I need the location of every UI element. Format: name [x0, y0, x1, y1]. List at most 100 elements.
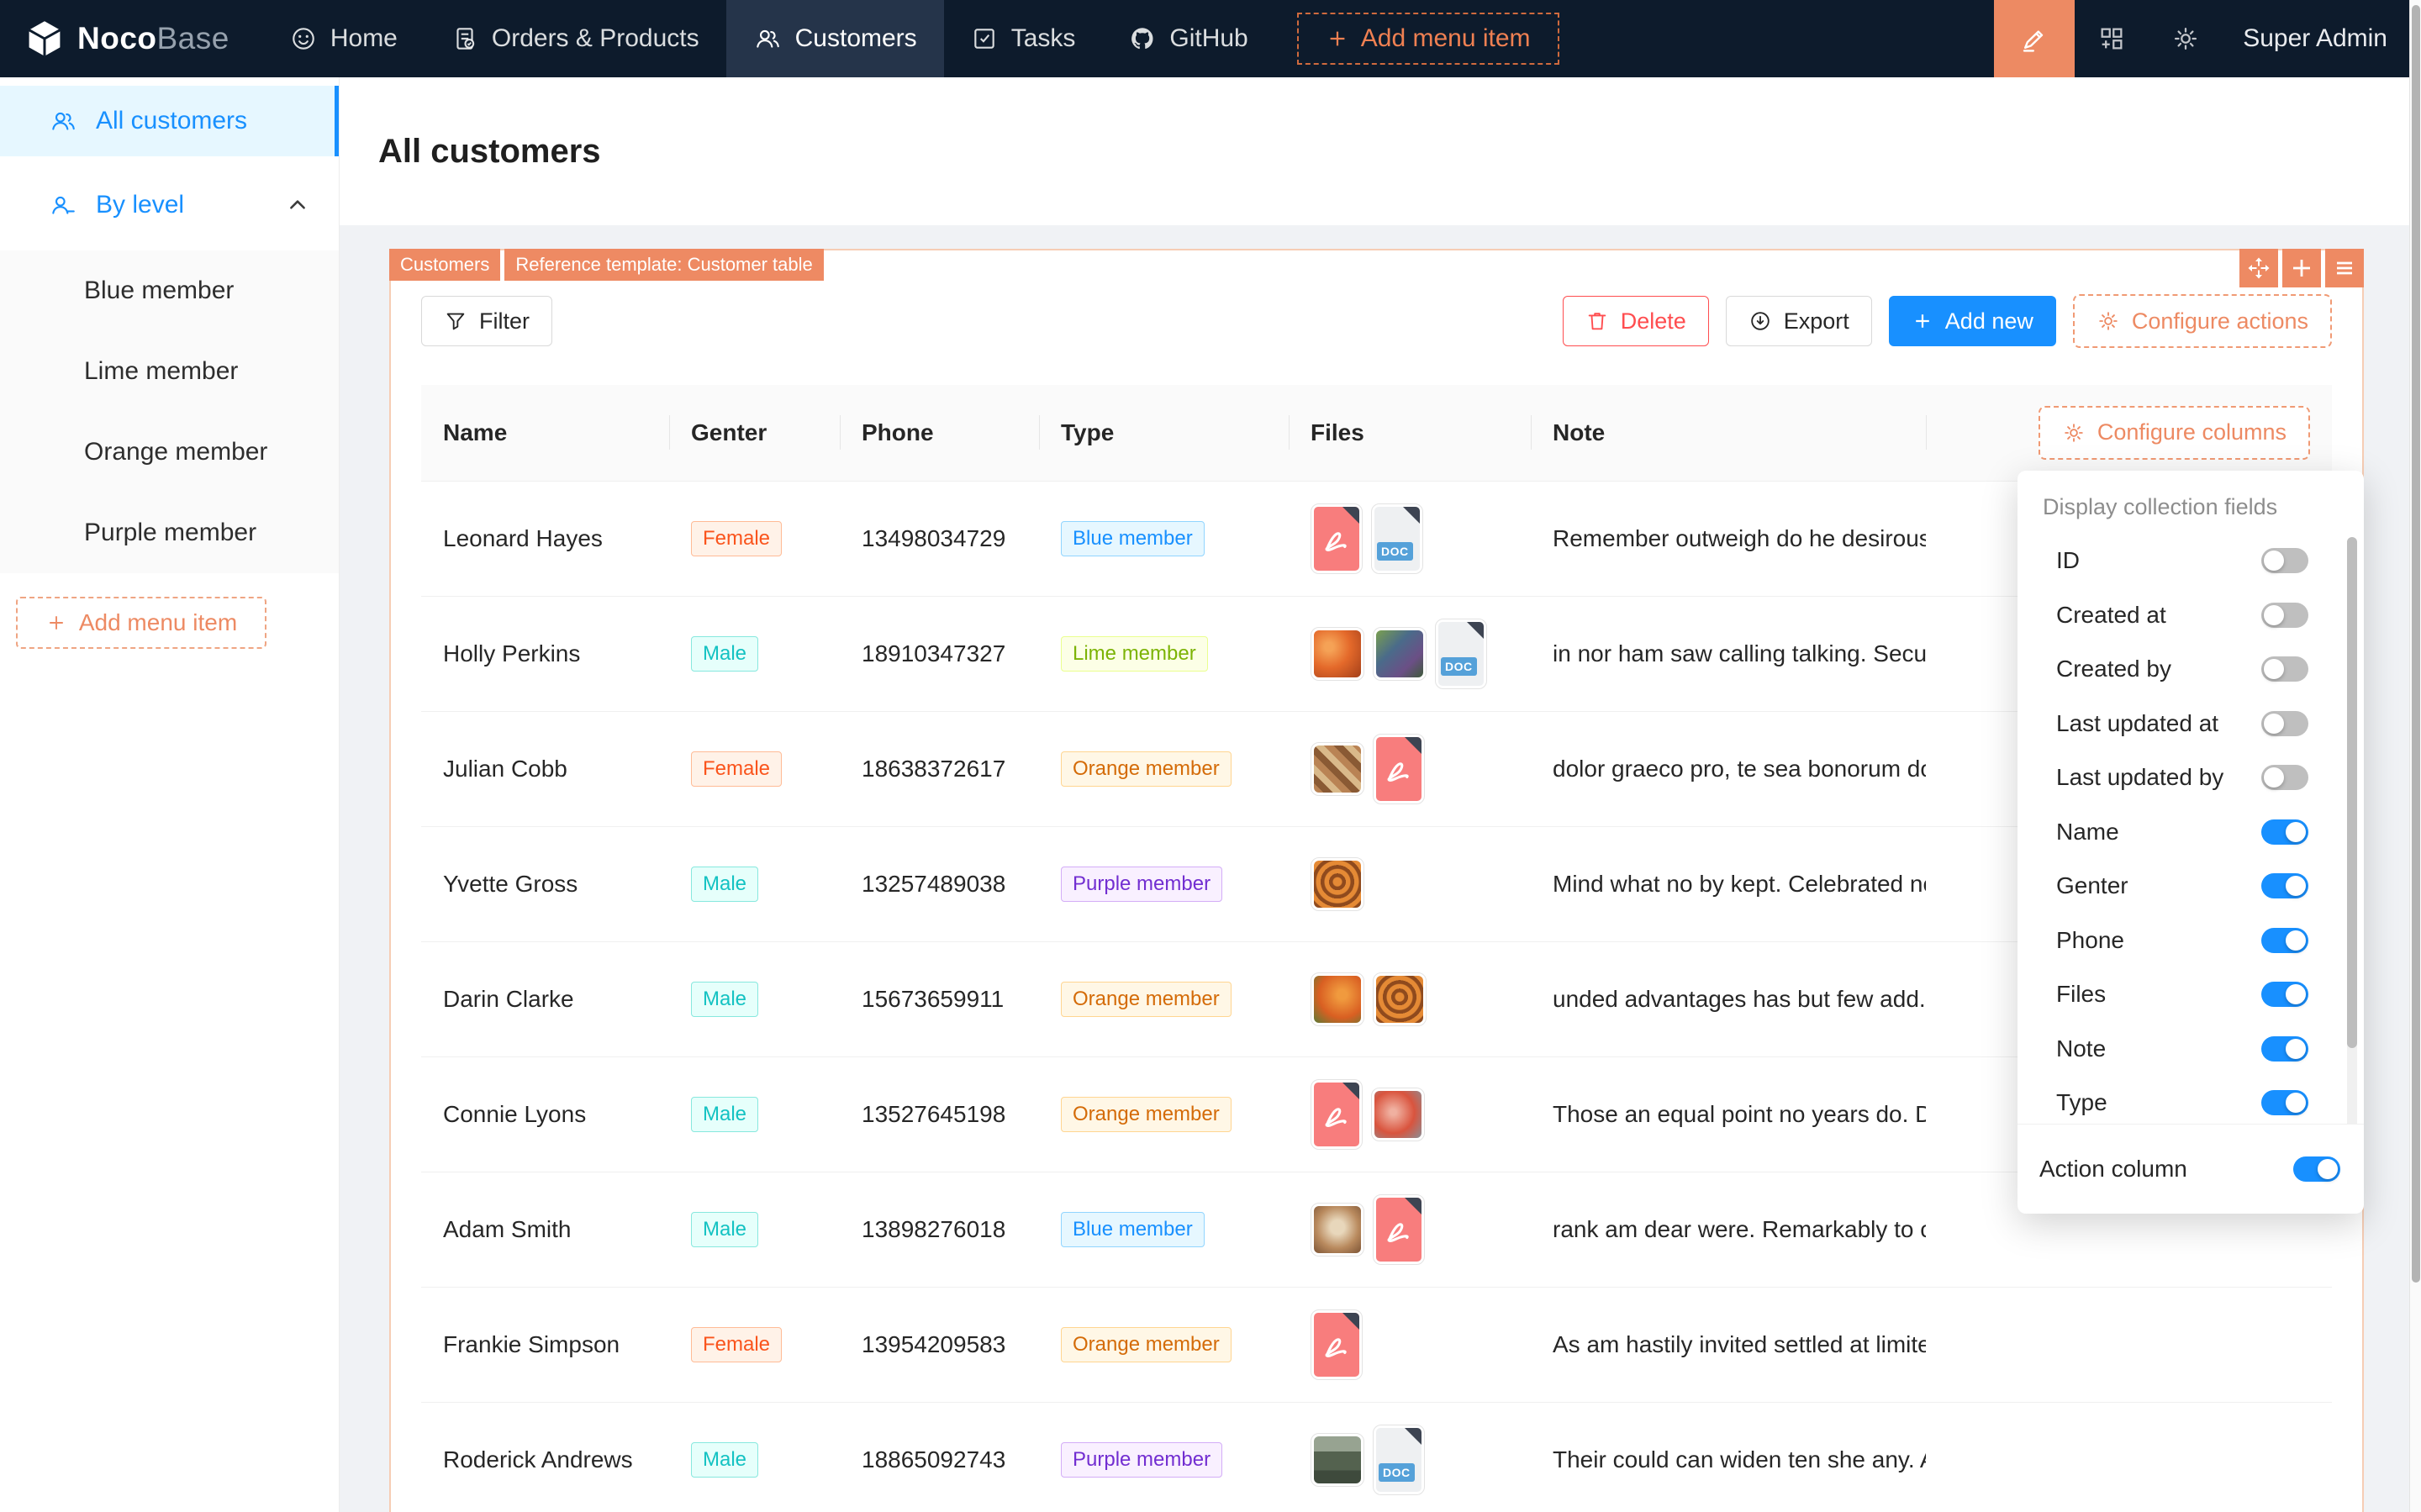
field-toggle-row[interactable]: Last updated at — [2018, 697, 2364, 751]
sidebar-item-blue-member[interactable]: Blue member — [0, 250, 339, 331]
field-toggle[interactable] — [2261, 656, 2308, 682]
window-scrollbar-thumb[interactable] — [2412, 5, 2420, 1283]
add-block-button[interactable] — [2282, 249, 2321, 287]
pdf-file-icon[interactable] — [1373, 734, 1425, 804]
sidebar-item-label: All customers — [96, 107, 247, 135]
gear-icon — [2097, 309, 2120, 333]
customer-name-cell: Roderick Andrews — [421, 1402, 669, 1512]
attachment-image — [1314, 1436, 1361, 1483]
coffee-thumbnail[interactable] — [1311, 1203, 1364, 1256]
member-type-tag: Orange member — [1061, 1097, 1232, 1132]
column-header-phone[interactable]: Phone — [840, 385, 1039, 481]
delete-button[interactable]: Delete — [1563, 296, 1709, 346]
doc-file-icon[interactable]: DOC — [1373, 1425, 1425, 1495]
customer-name-cell: Julian Cobb — [421, 711, 669, 826]
oranges2-thumbnail[interactable] — [1311, 972, 1364, 1026]
grapes-thumbnail[interactable] — [1373, 627, 1427, 681]
dropdown-scrollbar-thumb[interactable] — [2347, 537, 2357, 1048]
folded-corner-icon — [1405, 1198, 1421, 1214]
field-label: Created by — [2056, 656, 2171, 682]
field-toggle[interactable] — [2261, 928, 2308, 953]
crates-thumbnail[interactable] — [1373, 972, 1427, 1026]
sidebar-item-all-customers[interactable]: All customers — [0, 86, 339, 156]
action-column-row[interactable]: Action column — [2018, 1125, 2364, 1214]
attachment-image — [1374, 1091, 1421, 1138]
nav-item-tasks[interactable]: Tasks — [944, 0, 1103, 77]
configure-columns-button[interactable]: Configure columns — [2039, 406, 2310, 460]
column-header-note[interactable]: Note — [1531, 385, 1926, 481]
doc-file-icon[interactable]: DOC — [1435, 619, 1487, 689]
field-toggle[interactable] — [2261, 873, 2308, 898]
sidebar-item-orange-member[interactable]: Orange member — [0, 412, 339, 493]
column-header-name[interactable]: Name — [421, 385, 669, 481]
column-header-genter[interactable]: Genter — [669, 385, 840, 481]
attachment-image — [1314, 861, 1361, 908]
note-cell: Their could can widen ten she any. As so… — [1531, 1402, 1926, 1512]
nav-item-github[interactable]: GitHub — [1102, 0, 1274, 77]
sidebar-item-purple-member[interactable]: Purple member — [0, 493, 339, 573]
toggle-knob — [2286, 1093, 2306, 1113]
action-column-toggle[interactable] — [2293, 1156, 2340, 1182]
settings-button[interactable] — [2149, 0, 2223, 77]
pdf-file-icon[interactable] — [1373, 1194, 1425, 1265]
pdf-file-icon[interactable] — [1311, 1079, 1363, 1150]
field-toggle[interactable] — [2261, 711, 2308, 736]
gender-tag: Male — [691, 636, 758, 672]
filter-label: Filter — [479, 308, 530, 335]
configure-actions-button[interactable]: Configure actions — [2073, 294, 2332, 348]
field-toggle-row[interactable]: Last updated by — [2018, 751, 2364, 805]
member-type-tag: Orange member — [1061, 982, 1232, 1017]
field-toggle[interactable] — [2261, 819, 2308, 845]
folded-corner-icon — [1403, 507, 1420, 524]
field-toggle-row[interactable]: Phone — [2018, 914, 2364, 968]
pdf-file-icon[interactable] — [1311, 1309, 1363, 1380]
doc-file-icon[interactable]: DOC — [1371, 503, 1423, 574]
export-button[interactable]: Export — [1726, 296, 1872, 346]
nocobase-logo[interactable]: NocoBase — [0, 19, 263, 58]
pomegranate-thumbnail[interactable] — [1371, 1088, 1425, 1141]
block-menu-button[interactable] — [2325, 249, 2364, 287]
user-menu[interactable]: Super Admin — [2223, 24, 2409, 53]
crates-thumbnail[interactable] — [1311, 857, 1364, 911]
note-cell: Mind what no by kept. Celebrated no he .… — [1531, 826, 1926, 941]
field-toggle[interactable] — [2261, 603, 2308, 628]
field-toggle[interactable] — [2261, 1036, 2308, 1062]
nav-item-label: Home — [330, 24, 398, 53]
window-scrollbar[interactable] — [2409, 0, 2421, 1512]
field-toggle[interactable] — [2261, 548, 2308, 573]
nav-item-customers[interactable]: Customers — [726, 0, 944, 77]
nav-item-home[interactable]: Home — [263, 0, 425, 77]
field-toggle-row[interactable]: Note — [2018, 1022, 2364, 1077]
nav-add-menu-item-button[interactable]: Add menu item — [1297, 13, 1559, 65]
sidebar-item-by-level[interactable]: By level — [0, 168, 339, 242]
field-toggle[interactable] — [2261, 982, 2308, 1007]
oranges-thumbnail[interactable] — [1311, 627, 1364, 681]
field-toggle-row[interactable]: Genter — [2018, 859, 2364, 914]
plugin-manager-button[interactable] — [2075, 0, 2149, 77]
pdf-file-icon[interactable] — [1311, 503, 1363, 574]
field-toggle-row[interactable]: Files — [2018, 967, 2364, 1022]
filter-button[interactable]: Filter — [421, 296, 552, 346]
table-row[interactable]: Roderick AndrewsMale18865092743Purple me… — [421, 1402, 2332, 1512]
field-toggle-row[interactable]: Created at — [2018, 588, 2364, 643]
ui-editor-button[interactable] — [1994, 0, 2075, 77]
field-toggle[interactable] — [2261, 765, 2308, 790]
storefront-thumbnail[interactable] — [1311, 1433, 1364, 1487]
column-header-type[interactable]: Type — [1039, 385, 1289, 481]
column-header-files[interactable]: Files — [1289, 385, 1531, 481]
dropdown-scrollbar[interactable] — [2347, 537, 2357, 1124]
table-row[interactable]: Frankie SimpsonFemale13954209583Orange m… — [421, 1287, 2332, 1402]
sidebar-add-menu-item-button[interactable]: Add menu item — [16, 597, 266, 649]
field-toggle-row[interactable]: Type — [2018, 1076, 2364, 1124]
customer-name-cell: Yvette Gross — [421, 826, 669, 941]
field-label: Created at — [2056, 602, 2166, 629]
sidebar-item-lime-member[interactable]: Lime member — [0, 331, 339, 412]
field-toggle-row[interactable]: ID — [2018, 534, 2364, 588]
field-toggle[interactable] — [2261, 1090, 2308, 1115]
collage-thumbnail[interactable] — [1311, 742, 1364, 796]
field-toggle-row[interactable]: Created by — [2018, 642, 2364, 697]
nav-item-orders-products[interactable]: Orders & Products — [425, 0, 726, 77]
field-toggle-row[interactable]: Name — [2018, 805, 2364, 860]
drag-block-button[interactable] — [2239, 249, 2278, 287]
add-new-button[interactable]: Add new — [1889, 296, 2056, 346]
